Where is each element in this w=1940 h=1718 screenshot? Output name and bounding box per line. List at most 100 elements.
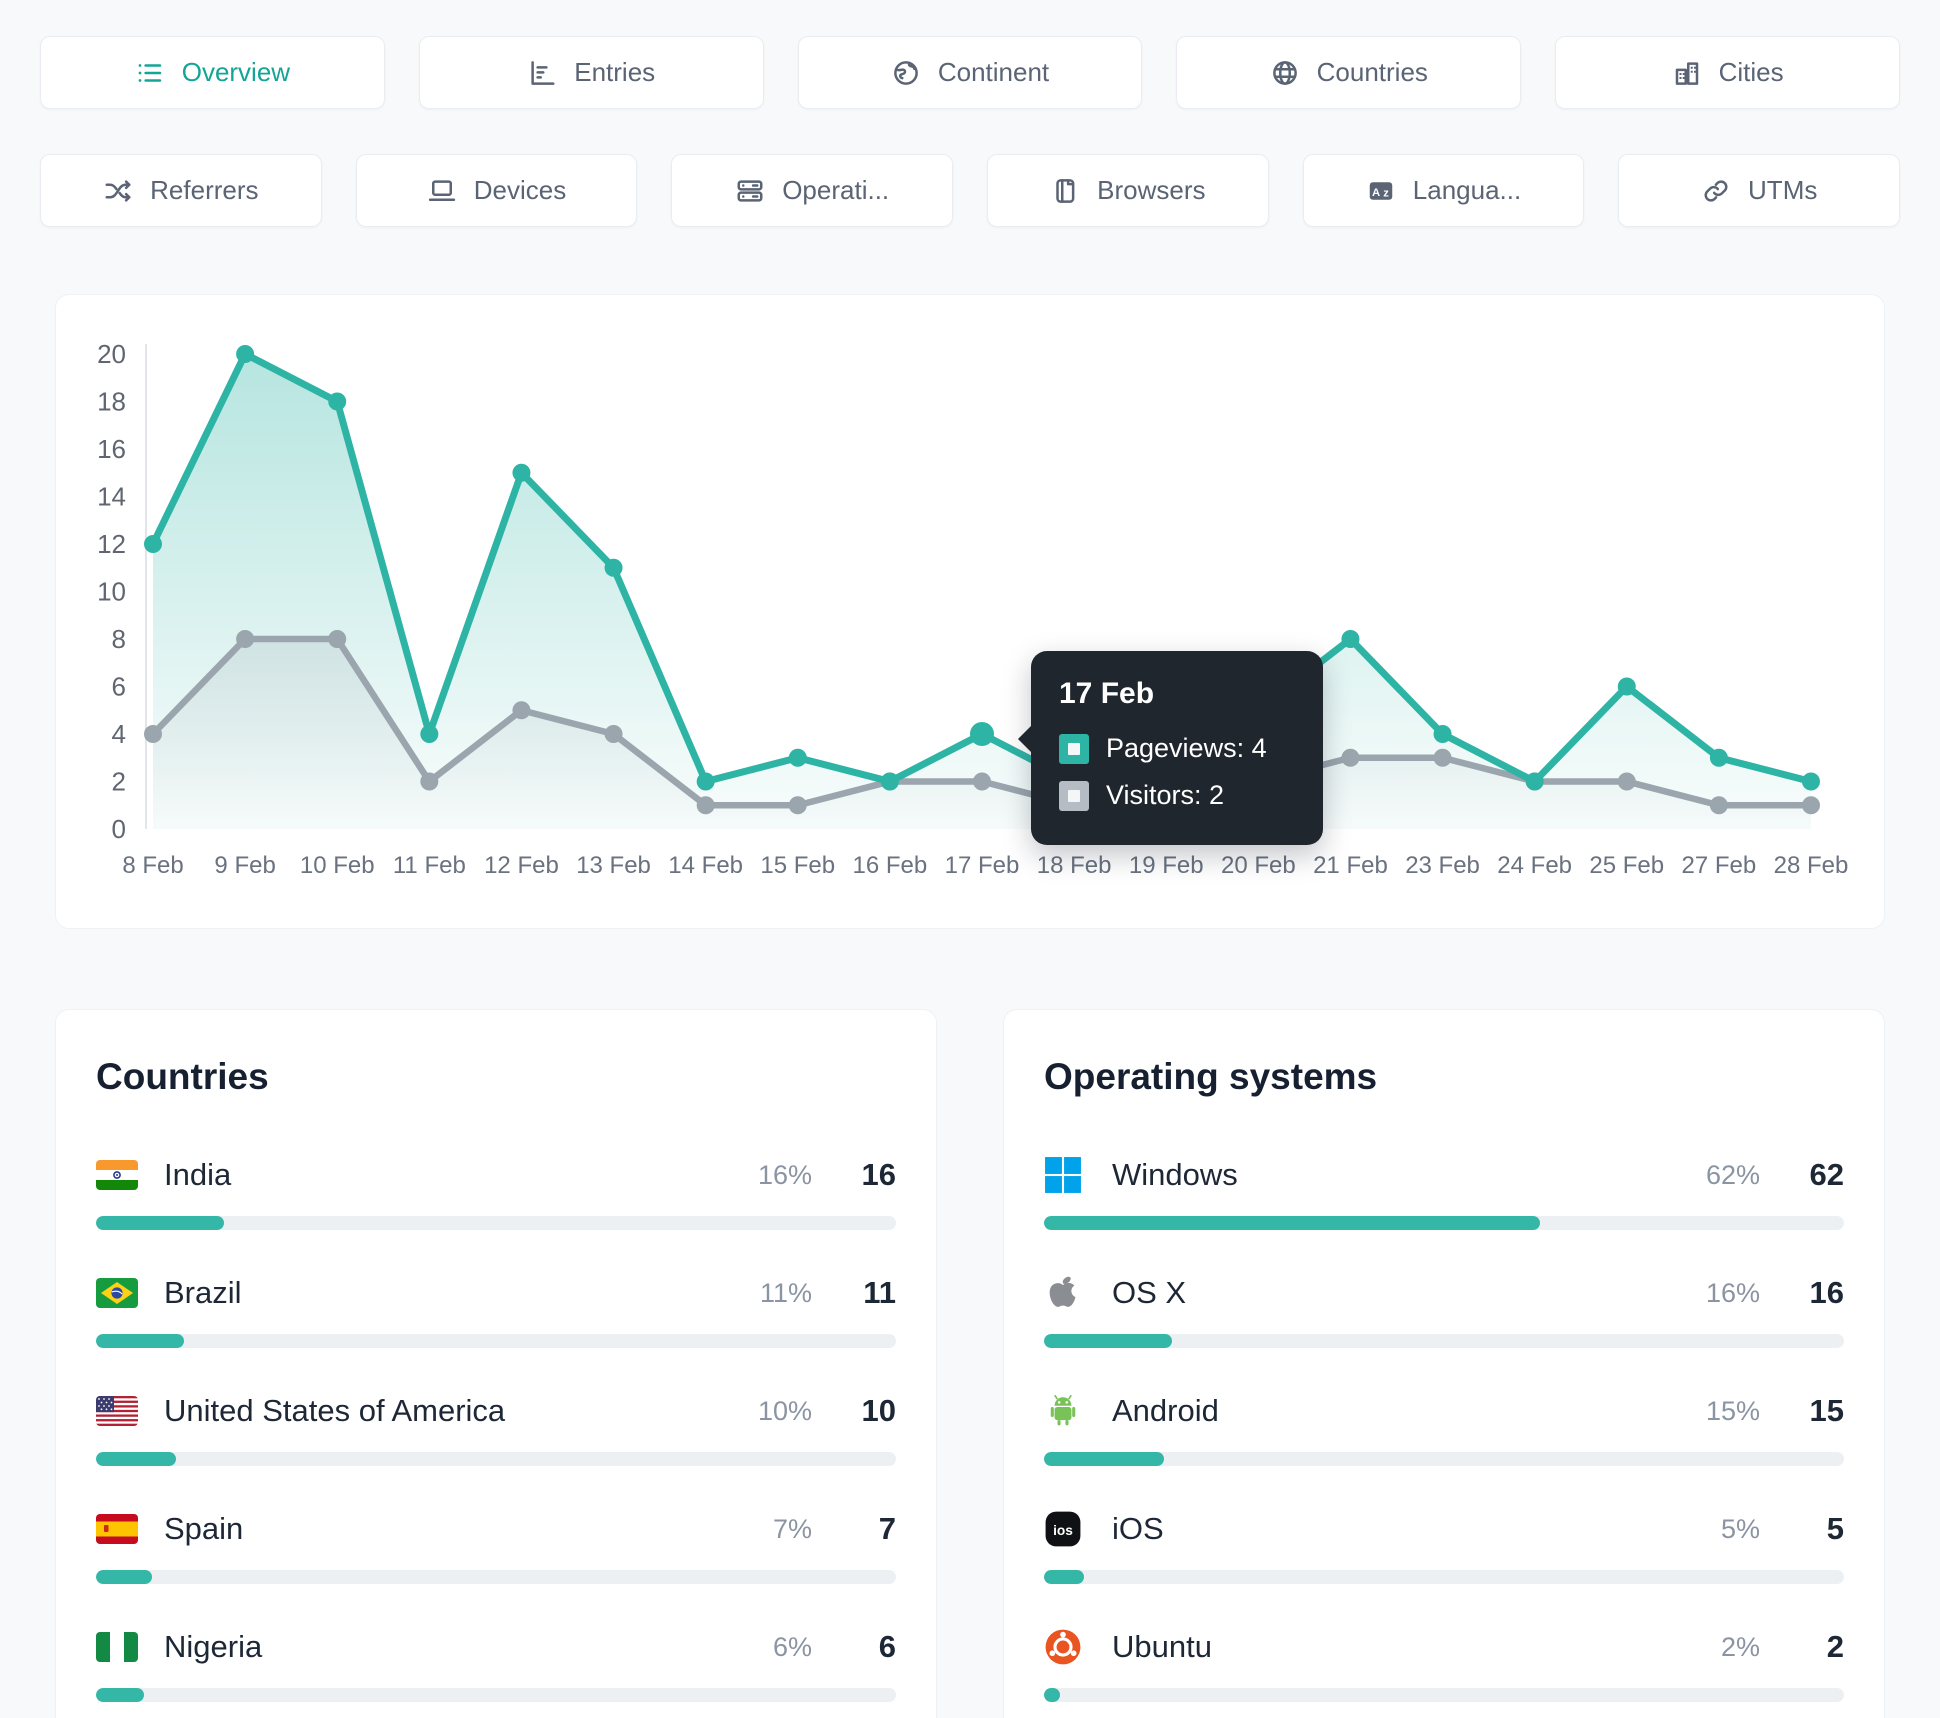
- tab-label: Entries: [574, 57, 656, 87]
- item-percent: 15%: [1705, 1395, 1760, 1426]
- item-percent: 6%: [772, 1631, 812, 1662]
- item-percent: 10%: [757, 1395, 812, 1426]
- earth-icon: [893, 60, 918, 85]
- os-ubuntu-icon: [1044, 1628, 1088, 1666]
- tooltip-visitors-row: Visitors: 2: [1059, 780, 1295, 811]
- tab-languages[interactable]: A z Langua...: [1302, 154, 1585, 227]
- list-item[interactable]: Android 15% 15: [1044, 1392, 1844, 1466]
- svg-text:14 Feb: 14 Feb: [668, 852, 743, 879]
- list-item[interactable]: iOS 5% 5: [1044, 1510, 1844, 1584]
- link-icon: [1704, 179, 1728, 202]
- tooltip-pageviews-row: Pageviews: 4: [1059, 733, 1295, 764]
- tab-utms[interactable]: UTMs: [1618, 154, 1901, 227]
- progress-fill: [96, 1216, 224, 1230]
- item-count: 7: [878, 1511, 896, 1546]
- list-item[interactable]: Brazil 11% 11: [96, 1274, 896, 1348]
- progress-fill: [1044, 1570, 1084, 1584]
- svg-text:18 Feb: 18 Feb: [1037, 852, 1112, 879]
- list-item[interactable]: Ubuntu 2% 2: [1044, 1628, 1844, 1702]
- list-icon: [138, 63, 161, 82]
- list-item[interactable]: United States of America 10% 10: [96, 1392, 896, 1466]
- svg-text:19 Feb: 19 Feb: [1129, 852, 1204, 879]
- tab-referrers[interactable]: Referrers: [40, 154, 322, 227]
- item-percent: 16%: [1705, 1277, 1760, 1308]
- svg-text:2: 2: [112, 767, 126, 797]
- flag-brazil-icon: [96, 1274, 140, 1312]
- progress-bar: [96, 1334, 896, 1348]
- svg-text:A: A: [1372, 187, 1380, 199]
- tab-bar-secondary: Referrers Devices Operati... Browsers A …: [0, 154, 1940, 227]
- panel-title: Operating systems: [1044, 1056, 1378, 1097]
- item-count: 5: [1826, 1511, 1844, 1546]
- countries-panel: Countries India 16% 16 Brazil 11% 11 Uni…: [55, 1009, 937, 1718]
- progress-bar: [1044, 1334, 1844, 1348]
- tooltip-pageviews-label: Pageviews: 4: [1106, 733, 1267, 763]
- svg-text:9 Feb: 9 Feb: [214, 852, 275, 879]
- progress-bar: [1044, 1570, 1844, 1584]
- list-item[interactable]: Spain 7% 7: [96, 1510, 896, 1584]
- progress-bar: [96, 1570, 896, 1584]
- tab-overview[interactable]: Overview: [40, 36, 385, 109]
- item-name: Spain: [164, 1511, 244, 1546]
- svg-text:11 Feb: 11 Feb: [393, 852, 466, 879]
- globe-icon: [1272, 60, 1297, 85]
- svg-text:24 Feb: 24 Feb: [1497, 852, 1572, 879]
- tab-label: Overview: [181, 57, 291, 87]
- list-item[interactable]: OS X 16% 16: [1044, 1274, 1844, 1348]
- countries-list: India 16% 16 Brazil 11% 11 United States…: [96, 1156, 896, 1702]
- chart-tooltip: 17 Feb Pageviews: 4 Visitors: 2: [1018, 651, 1323, 845]
- os-windows-icon: [1044, 1156, 1088, 1194]
- visitors-marker-icon: [1059, 780, 1089, 811]
- progress-bar: [96, 1216, 896, 1230]
- progress-fill: [96, 1452, 176, 1466]
- tab-label: Referrers: [150, 175, 259, 205]
- traffic-line-chart[interactable]: 0 2 4 6 8 10 12 14 16 18 20 8 Feb 9 Feb 10 Feb 11 Feb 1…: [56, 295, 1886, 930]
- browser-icon: [1056, 178, 1075, 203]
- shuffle-icon: [105, 179, 131, 202]
- progress-bar: [1044, 1688, 1844, 1702]
- svg-text:12: 12: [97, 529, 126, 559]
- tab-operating-systems[interactable]: Operati...: [671, 154, 954, 227]
- svg-text:18: 18: [97, 387, 126, 417]
- buildings-icon: [1675, 61, 1698, 85]
- svg-text:6: 6: [112, 672, 126, 702]
- svg-text:20: 20: [97, 339, 126, 369]
- tab-entries[interactable]: Entries: [418, 36, 764, 109]
- progress-fill: [96, 1334, 184, 1348]
- os-ios-icon: [1044, 1510, 1088, 1548]
- item-name: Windows: [1112, 1157, 1238, 1192]
- item-count: 11: [863, 1275, 896, 1310]
- progress-bar: [96, 1452, 896, 1466]
- progress-bar: [1044, 1216, 1844, 1230]
- progress-bar: [1044, 1452, 1844, 1466]
- item-count: 15: [1809, 1393, 1844, 1428]
- svg-text:0: 0: [112, 814, 126, 844]
- list-item[interactable]: India 16% 16: [96, 1156, 896, 1230]
- tooltip-visitors-label: Visitors: 2: [1106, 780, 1225, 810]
- bar-chart-icon: [531, 60, 555, 85]
- svg-text:21 Feb: 21 Feb: [1313, 852, 1388, 879]
- flag-usa-icon: [96, 1392, 140, 1430]
- item-percent: 2%: [1720, 1631, 1760, 1662]
- list-item[interactable]: Nigeria 6% 6: [96, 1628, 896, 1702]
- progress-fill: [96, 1570, 152, 1584]
- flag-india-icon: [96, 1156, 140, 1194]
- operating-systems-panel: Operating systems Windows 62% 62 OS X 16…: [1003, 1009, 1885, 1718]
- flag-nigeria-icon: [96, 1628, 140, 1666]
- tab-label: Continent: [937, 57, 1050, 87]
- list-item[interactable]: Windows 62% 62: [1044, 1156, 1844, 1230]
- tab-label: Countries: [1316, 57, 1428, 87]
- svg-text:13 Feb: 13 Feb: [576, 852, 651, 879]
- tab-label: Cities: [1718, 57, 1784, 87]
- tab-browsers[interactable]: Browsers: [987, 154, 1269, 227]
- tooltip-date: 17 Feb: [1059, 677, 1155, 710]
- svg-text:20 Feb: 20 Feb: [1221, 852, 1296, 879]
- traffic-chart-card: 0 2 4 6 8 10 12 14 16 18 20 8 Feb 9 Feb 10 Feb 11 Feb 1…: [55, 294, 1885, 929]
- svg-text:12 Feb: 12 Feb: [484, 852, 559, 879]
- tab-continent[interactable]: Continent: [797, 36, 1143, 109]
- tab-cities[interactable]: Cities: [1555, 36, 1900, 109]
- item-percent: 5%: [1720, 1513, 1760, 1544]
- tab-countries[interactable]: Countries: [1176, 36, 1522, 109]
- item-name: Android: [1112, 1393, 1219, 1428]
- tab-devices[interactable]: Devices: [355, 154, 638, 227]
